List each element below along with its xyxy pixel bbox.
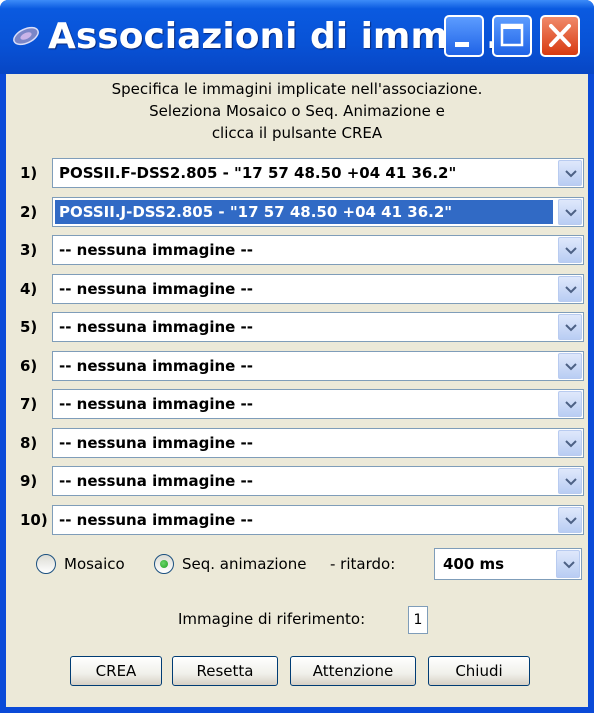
- chevron-down-icon: [565, 478, 577, 486]
- row-number-label: 10): [20, 511, 48, 529]
- mosaic-label: Mosaico: [64, 555, 125, 573]
- image-select-10[interactable]: -- nessuna immagine --: [52, 505, 584, 535]
- row-number-label: 7): [20, 395, 38, 413]
- dropdown-button[interactable]: [558, 199, 582, 225]
- app-icon: [13, 26, 39, 46]
- row-number-label: 4): [20, 280, 38, 298]
- chevron-down-icon: [565, 247, 577, 255]
- chevron-down-icon: [565, 517, 577, 525]
- dropdown-button[interactable]: [558, 314, 582, 340]
- maximize-icon: [500, 23, 524, 47]
- image-select-value: -- nessuna immagine --: [59, 241, 254, 259]
- dropdown-button[interactable]: [558, 237, 582, 263]
- close-window-button[interactable]: [540, 15, 580, 57]
- chevron-down-icon: [565, 324, 577, 332]
- delay-dropdown-button[interactable]: [556, 550, 580, 578]
- create-button[interactable]: CREA: [70, 656, 162, 686]
- reference-label: Immagine di riferimento:: [178, 610, 366, 628]
- delay-label: - ritardo:: [330, 555, 396, 573]
- chevron-down-icon: [565, 286, 577, 294]
- maximize-button[interactable]: [492, 15, 532, 57]
- image-select-value: POSSII.J-DSS2.805 - "17 57 48.50 +04 41 …: [59, 203, 453, 221]
- dropdown-button[interactable]: [558, 468, 582, 494]
- dropdown-button[interactable]: [558, 430, 582, 456]
- chevron-down-icon: [565, 209, 577, 217]
- delay-value: 400 ms: [443, 555, 505, 573]
- image-select-value: -- nessuna immagine --: [59, 395, 254, 413]
- close-icon: [549, 24, 571, 47]
- animation-radio[interactable]: [154, 554, 174, 574]
- row-number-label: 8): [20, 434, 38, 452]
- instruction-line-3: clicca il pulsante CREA: [211, 124, 383, 142]
- minimize-button[interactable]: [444, 15, 484, 57]
- chevron-down-icon: [565, 363, 577, 371]
- chevron-down-icon: [563, 561, 575, 569]
- instruction-line-1: Specifica le immagini implicate nell'ass…: [111, 80, 483, 98]
- dropdown-button[interactable]: [558, 391, 582, 417]
- chevron-down-icon: [565, 401, 577, 409]
- row-number-label: 6): [20, 357, 38, 375]
- image-select-4[interactable]: -- nessuna immagine --: [52, 274, 584, 304]
- dropdown-button[interactable]: [558, 160, 582, 186]
- row-number-label: 9): [20, 472, 38, 490]
- reference-input[interactable]: 1: [408, 606, 428, 634]
- dropdown-button[interactable]: [558, 353, 582, 379]
- image-select-6[interactable]: -- nessuna immagine --: [52, 351, 584, 381]
- row-number-label: 5): [20, 318, 38, 336]
- image-select-3[interactable]: -- nessuna immagine --: [52, 235, 584, 265]
- minimize-icon: [455, 42, 469, 47]
- dialog-body: Specifica le immagini implicate nell'ass…: [6, 74, 588, 707]
- image-select-value: POSSII.F-DSS2.805 - "17 57 48.50 +04 41 …: [59, 164, 457, 182]
- chevron-down-icon: [565, 440, 577, 448]
- image-select-value: -- nessuna immagine --: [59, 280, 254, 298]
- image-select-5[interactable]: -- nessuna immagine --: [52, 312, 584, 342]
- image-select-2[interactable]: POSSII.J-DSS2.805 - "17 57 48.50 +04 41 …: [52, 197, 584, 227]
- title-bar[interactable]: Associazioni di imma...: [0, 0, 594, 74]
- image-select-7[interactable]: -- nessuna immagine --: [52, 389, 584, 419]
- radio-selected-dot: [160, 560, 168, 568]
- row-number-label: 2): [20, 203, 38, 221]
- row-number-label: 3): [20, 241, 38, 259]
- image-select-value: -- nessuna immagine --: [59, 318, 254, 336]
- delay-select[interactable]: 400 ms: [434, 548, 582, 580]
- dropdown-button[interactable]: [558, 276, 582, 302]
- dialog-window: Associazioni di imma... Specifica le imm…: [0, 0, 594, 713]
- chevron-down-icon: [565, 170, 577, 178]
- attention-button[interactable]: Attenzione: [290, 656, 416, 686]
- image-select-value: -- nessuna immagine --: [59, 434, 254, 452]
- image-select-value: -- nessuna immagine --: [59, 511, 254, 529]
- image-select-value: -- nessuna immagine --: [59, 472, 254, 490]
- mosaic-radio[interactable]: [36, 554, 56, 574]
- row-number-label: 1): [20, 164, 38, 182]
- close-button[interactable]: Chiudi: [428, 656, 530, 686]
- reset-button[interactable]: Resetta: [172, 656, 278, 686]
- image-select-1[interactable]: POSSII.F-DSS2.805 - "17 57 48.50 +04 41 …: [52, 158, 584, 188]
- image-select-9[interactable]: -- nessuna immagine --: [52, 466, 584, 496]
- image-select-value: -- nessuna immagine --: [59, 357, 254, 375]
- instruction-line-2: Seleziona Mosaico o Seq. Animazione e: [149, 102, 445, 120]
- dropdown-button[interactable]: [558, 507, 582, 533]
- image-select-8[interactable]: -- nessuna immagine --: [52, 428, 584, 458]
- animation-label: Seq. animazione: [182, 555, 307, 573]
